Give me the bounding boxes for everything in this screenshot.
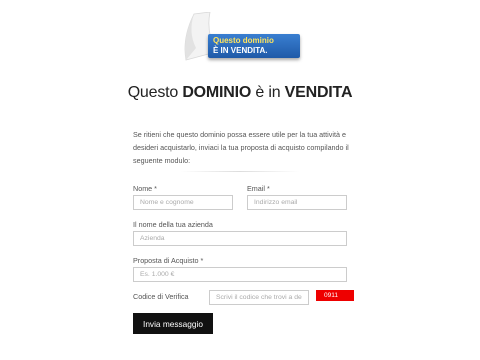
verify-label: Codice di Verifica [133, 292, 189, 301]
domain-for-sale-logo: Questo dominio È IN VENDITA. [178, 12, 306, 64]
company-input[interactable] [133, 231, 347, 246]
captcha-code: 0911 [316, 290, 354, 301]
for-sale-banner: Questo dominio È IN VENDITA. [208, 34, 300, 58]
name-label: Nome * [133, 184, 157, 193]
email-label: Email * [247, 184, 270, 193]
title-part-1: Questo [127, 84, 183, 101]
submit-button[interactable]: Invia messaggio [133, 313, 213, 334]
email-input[interactable] [247, 195, 347, 210]
verify-code-input[interactable] [209, 290, 309, 305]
offer-input[interactable] [133, 267, 347, 282]
banner-line-1: Questo dominio [213, 36, 274, 45]
divider [180, 171, 300, 172]
offer-label: Proposta di Acquisto * [133, 256, 204, 265]
intro-text: Se ritieni che questo dominio possa esse… [133, 130, 349, 165]
title-part-2: DOMINIO [182, 84, 252, 101]
company-label: Il nome della tua azienda [133, 220, 213, 229]
name-input[interactable] [133, 195, 233, 210]
title-part-4: VENDITA [284, 84, 353, 101]
page-title: Questo DOMINIO è in VENDITA [0, 84, 480, 102]
title-part-3: è in [251, 84, 285, 101]
banner-line-2: È IN VENDITA. [213, 45, 268, 55]
